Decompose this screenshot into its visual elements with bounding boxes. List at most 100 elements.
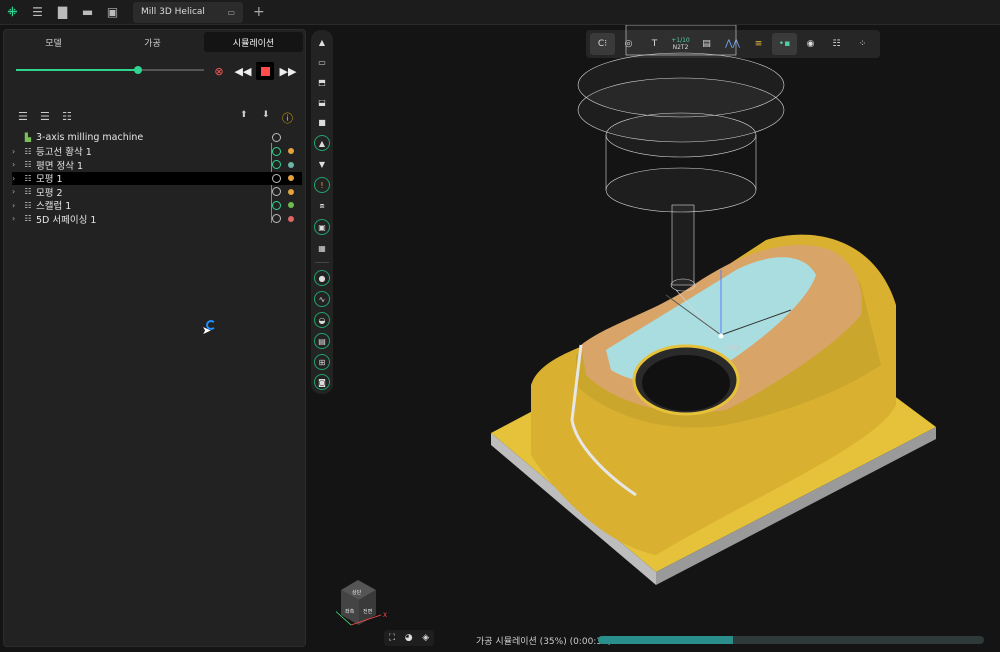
operation-icon: ☷: [24, 160, 32, 170]
collapse-all-icon[interactable]: ☰: [18, 110, 28, 123]
visibility-toggle-icon[interactable]: [272, 200, 281, 210]
rewind-button[interactable]: ◀◀: [234, 62, 252, 80]
expand-arrow-icon[interactable]: ›: [12, 214, 22, 223]
grid-icon[interactable]: ▦: [314, 240, 330, 256]
left-panel: 모델 가공 시뮬레이션 ⊗ ◀◀ ▶▶ ☰ ☰ ☷ ⬆ ⬇ ⓘ ▙ 3-axis …: [3, 29, 306, 647]
tool-icon[interactable]: ▼: [314, 156, 330, 172]
operation-icon: ☷: [24, 187, 32, 197]
tree-item[interactable]: › ☷ 등고선 황삭 1: [12, 145, 302, 159]
simulation-slider-knob[interactable]: [134, 66, 143, 74]
iso-view-icon[interactable]: ◈: [422, 633, 429, 643]
expand-arrow-icon[interactable]: ›: [12, 160, 22, 169]
workpiece-render: G54 상단 좌측 전면 X Y: [321, 24, 936, 626]
tree-item[interactable]: › ☷ 모평 2: [12, 185, 302, 199]
shaded-view-icon[interactable]: ◕: [405, 633, 413, 643]
stock-icon[interactable]: ⬒: [314, 74, 330, 90]
list-order-icon[interactable]: ☷: [62, 110, 72, 123]
tab-simulation[interactable]: 시뮬레이션: [204, 32, 303, 52]
warning-icon[interactable]: ⓘ: [282, 110, 293, 126]
open-folder-icon[interactable]: ▬: [75, 0, 100, 25]
title-bar: ꔰ ☰ ▇ ▬ ▣ Mill 3D Helical ▭ +: [0, 0, 1000, 25]
tree-item[interactable]: › ☷ 모평 1: [12, 171, 302, 186]
operation-status-dot: [288, 215, 294, 222]
divider: [315, 262, 329, 263]
operation-icon: ☷: [24, 146, 32, 156]
simulation-status: 가공 시뮬레이션 (35%) (0:00:31): [476, 637, 612, 647]
simulation-slider[interactable]: [16, 66, 204, 74]
holder-icon[interactable]: ⬓: [314, 94, 330, 110]
machine-view-icon[interactable]: ▭: [314, 54, 330, 70]
save-icon[interactable]: ▣: [100, 0, 125, 25]
surface-icon[interactable]: ◒: [314, 312, 330, 328]
mouse-cursor-icon: ➤: [202, 324, 212, 337]
operation-icon: ☷: [24, 200, 32, 210]
tab-model[interactable]: 모델: [4, 30, 103, 54]
operation-tree: ▙ 3-axis milling machine › ☷ 등고선 황삭 1 › ☷ 평면 정삭…: [12, 131, 302, 226]
visibility-toggle-icon[interactable]: [272, 214, 281, 223]
new-tab-icon[interactable]: +: [253, 4, 265, 20]
wave-icon[interactable]: ∿: [314, 291, 330, 307]
expand-arrow-icon[interactable]: ›: [12, 147, 22, 156]
tree-item-label: 모평 1: [36, 174, 63, 186]
origin-label: G54: [726, 344, 741, 352]
fit-view-icon[interactable]: ⛶: [389, 633, 395, 643]
visibility-toggle-icon[interactable]: [272, 160, 281, 169]
visibility-toggle-icon[interactable]: [272, 187, 281, 196]
simulation-slider-fill: [16, 69, 139, 71]
cancel-icon[interactable]: ⊗: [210, 62, 228, 80]
drill-icon[interactable]: !: [314, 177, 330, 193]
tool-up-icon[interactable]: ⬆: [240, 110, 248, 120]
clamp-icon[interactable]: ⧈: [314, 198, 330, 214]
operation-icon: ☷: [24, 214, 32, 224]
view-cube-top: 상단: [352, 589, 362, 596]
fixture-icon[interactable]: ▲: [314, 135, 330, 151]
render-icon[interactable]: ◙: [314, 374, 330, 390]
visibility-toggle-icon[interactable]: [272, 173, 281, 183]
tree-item[interactable]: › ☷ 평면 정삭 1: [12, 158, 302, 172]
expand-all-icon[interactable]: ☰: [40, 110, 50, 123]
tool-down-icon[interactable]: ⬇: [262, 110, 270, 120]
operation-status-dot: [288, 202, 294, 208]
tree-item-label: 모평 2: [36, 187, 63, 199]
view-cube-front: 전면: [363, 608, 373, 615]
part-icon[interactable]: ■: [314, 114, 330, 130]
expand-arrow-icon[interactable]: ›: [12, 187, 22, 196]
tab-close-icon[interactable]: ▭: [227, 8, 235, 17]
operation-status-dot: [288, 161, 294, 168]
section-icon[interactable]: ⊞: [314, 354, 330, 370]
menu-icon[interactable]: ☰: [25, 0, 50, 25]
collapse-toolbar-icon[interactable]: ▲: [314, 34, 330, 50]
3d-viewport[interactable]: G54 상단 좌측 전면 X Y: [321, 24, 1000, 648]
app-logo-icon[interactable]: ꔰ: [0, 0, 25, 25]
tree-item[interactable]: ▙ 3-axis milling machine: [12, 131, 302, 145]
expand-arrow-icon[interactable]: ›: [12, 201, 22, 210]
stop-button[interactable]: [256, 62, 274, 80]
tree-toolbar: ☰ ☰ ☷ ⬆ ⬇ ⓘ: [16, 110, 301, 126]
panel-tabs: 모델 가공 시뮬레이션: [4, 30, 305, 54]
origin-marker[interactable]: [718, 333, 724, 339]
fast-forward-button[interactable]: ▶▶: [279, 62, 297, 80]
view-cube[interactable]: 상단 좌측 전면 X Y: [321, 580, 387, 626]
operation-status-dot: [288, 188, 294, 195]
simulation-progress-fill: [598, 636, 734, 644]
tab-machining[interactable]: 가공: [103, 30, 202, 54]
tree-item[interactable]: › ☷ 스캘럽 1: [12, 199, 302, 212]
layers-icon[interactable]: ▤: [314, 333, 330, 349]
expand-arrow-icon[interactable]: ›: [12, 174, 22, 183]
box-icon[interactable]: ▣: [314, 219, 330, 235]
document-tab[interactable]: Mill 3D Helical ▭: [133, 1, 243, 23]
visibility-toggle-icon[interactable]: [272, 133, 281, 142]
tree-item-label: 3-axis milling machine: [36, 132, 144, 144]
operation-status-dot: [288, 148, 294, 154]
view-buttons: ⛶ ◕ ◈: [384, 630, 434, 646]
tree-item-label: 등고선 황삭 1: [36, 147, 92, 159]
tree-item-label: 평면 정삭 1: [36, 160, 84, 172]
view-cube-left: 좌측: [345, 608, 355, 615]
point-icon[interactable]: ●: [314, 270, 330, 286]
new-file-icon[interactable]: ▇: [50, 0, 75, 25]
tree-item[interactable]: › ☷ 5D 서페이싱 1: [12, 212, 302, 226]
axis-x-label: X: [383, 612, 387, 619]
machine-icon: ▙: [24, 133, 32, 143]
visibility-toggle-icon[interactable]: [272, 146, 281, 156]
simulation-controls: ⊗ ◀◀ ▶▶: [16, 62, 301, 80]
